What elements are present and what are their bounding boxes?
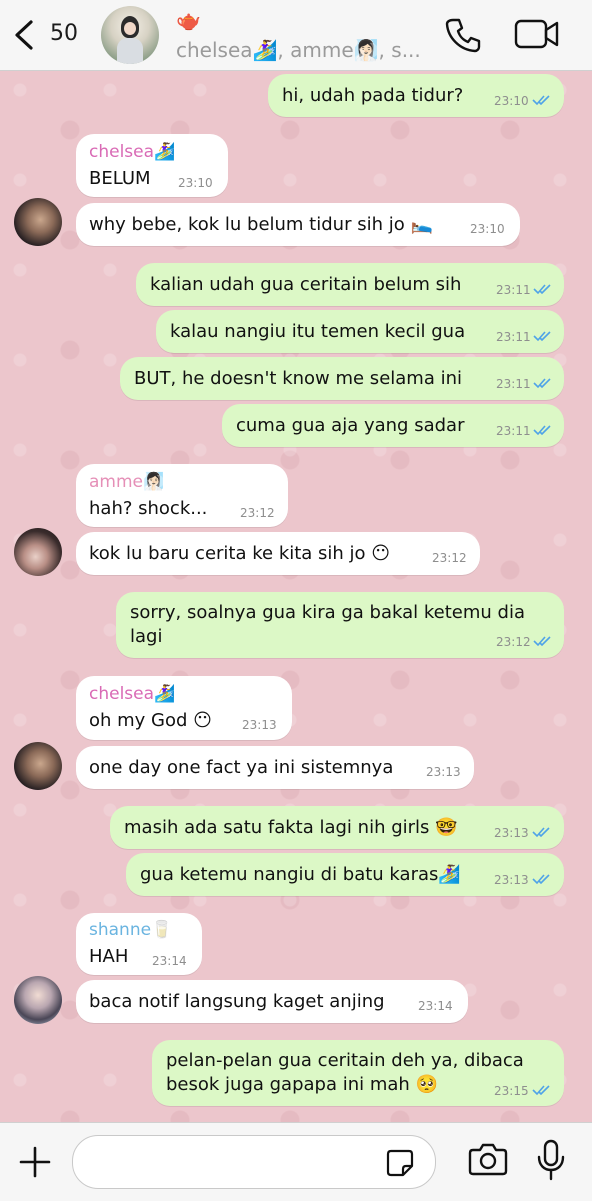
message-text: baca notif langsung kaget anjing [89,991,385,1012]
message-time: 23:11 [496,283,531,297]
microphone-icon[interactable] [536,1139,566,1181]
message-bubble[interactable]: one day one fact ya ini sistemnya 23:13 [76,746,474,789]
sender-name: shanne🥛 [89,920,173,940]
message-time: 23:10 [178,176,213,190]
plus-icon[interactable] [18,1145,52,1179]
message-text: one day one fact ya ini sistemnya [89,757,394,778]
message-time: 23:11 [496,330,531,344]
message-text: why bebe, kok lu belum tidur sih jo 🛌 [89,214,433,235]
double-check-icon [532,827,550,838]
sticker-icon[interactable] [385,1148,415,1178]
message-bubble[interactable]: gua ketemu nangiu di batu karas🏄‍♀️ 23:1… [126,853,564,896]
avatar[interactable] [14,976,62,1024]
message-time: 23:10 [494,94,529,108]
double-check-icon [533,284,551,295]
message-time: 23:12 [432,551,467,565]
message-bubble[interactable]: why bebe, kok lu belum tidur sih jo 🛌 23… [76,203,520,246]
double-check-icon [533,425,551,436]
chat-header: 50 🫖 chelsea🏄‍♀️, amme🧖🏻‍♀️, s... [0,0,592,71]
compose-bar [0,1122,592,1201]
message-text: sorry, soalnya gua kira ga bakal ketemu … [130,602,525,623]
message-text: kok lu baru cerita ke kita sih jo 😶 [89,543,391,564]
camera-icon[interactable] [468,1141,508,1177]
message-text: BUT, he doesn't know me selama ini [134,368,462,389]
message-text: BELUM [89,168,151,189]
message-time: 23:15 [494,1084,529,1098]
message-time: 23:13 [242,718,277,732]
message-text: gua ketemu nangiu di batu karas🏄‍♀️ [140,864,461,885]
message-bubble[interactable]: chelsea🏄‍♀️ BELUM 23:10 [76,134,228,197]
message-bubble[interactable]: kalian udah gua ceritain belum sih 23:11 [136,263,564,306]
sender-name: chelsea🏄‍♀️ [89,684,176,704]
message-text: kalian udah gua ceritain belum sih [150,274,462,295]
message-text: hi, udah pada tidur? [282,85,464,106]
sender-name: chelsea🏄‍♀️ [89,142,176,162]
group-avatar[interactable] [101,6,159,64]
message-text: oh my God 😶 [89,710,212,731]
message-bubble[interactable]: amme🧖🏻‍♀️ hah? shock... 23:12 [76,464,288,527]
message-bubble[interactable]: pelan-pelan gua ceritain deh ya, dibaca … [152,1040,564,1106]
message-bubble[interactable]: sorry, soalnya gua kira ga bakal ketemu … [116,592,564,658]
message-text-line-2: lagi [130,626,163,647]
message-text: masih ada satu fakta lagi nih girls 🤓 [124,817,458,838]
message-bubble[interactable]: chelsea🏄‍♀️ oh my God 😶 23:13 [76,676,292,740]
message-list[interactable]: hi, udah pada tidur? 23:10 chelsea🏄‍♀️ B… [0,70,592,1122]
group-members[interactable]: chelsea🏄‍♀️, amme🧖🏻‍♀️, s... [176,38,421,62]
message-time: 23:12 [496,635,531,649]
message-time: 23:13 [494,873,529,887]
sender-name: amme🧖🏻‍♀️ [89,472,165,492]
message-bubble[interactable]: hi, udah pada tidur? 23:10 [268,74,564,117]
avatar[interactable] [14,528,62,576]
message-time: 23:13 [426,765,461,779]
message-time: 23:11 [496,377,531,391]
back-button[interactable]: 50 [12,16,82,54]
message-time: 23:11 [496,424,531,438]
video-call-icon[interactable] [514,18,560,50]
avatar[interactable] [14,742,62,790]
double-check-icon [533,331,551,342]
message-bubble[interactable]: kalau nangiu itu temen kecil gua 23:11 [156,310,564,353]
message-text: hah? shock... [89,498,208,519]
message-bubble[interactable]: masih ada satu fakta lagi nih girls 🤓 23… [110,806,564,849]
message-text: kalau nangiu itu temen kecil gua [170,321,466,342]
message-bubble[interactable]: baca notif langsung kaget anjing 23:14 [76,980,468,1023]
avatar[interactable] [14,198,62,246]
message-bubble[interactable]: shanne🥛 HAH 23:14 [76,913,202,975]
phone-icon[interactable] [444,16,482,54]
message-time: 23:14 [418,999,453,1013]
message-time: 23:10 [470,222,505,236]
message-text: pelan-pelan gua ceritain deh ya, dibaca [166,1050,524,1071]
chevron-left-icon [15,20,33,50]
message-time: 23:12 [240,506,275,520]
message-time: 23:14 [152,954,187,968]
group-title[interactable]: 🫖 [176,8,201,32]
double-check-icon [532,95,550,106]
message-text-line-2: besok juga gapapa ini mah 🥺 [166,1074,438,1095]
double-check-icon [532,1085,550,1096]
message-text: cuma gua aja yang sadar [236,415,465,436]
double-check-icon [532,874,550,885]
message-bubble[interactable]: kok lu baru cerita ke kita sih jo 😶 23:1… [76,532,480,575]
double-check-icon [533,636,551,647]
message-input[interactable] [72,1135,436,1189]
double-check-icon [533,378,551,389]
message-time: 23:13 [494,826,529,840]
message-bubble[interactable]: cuma gua aja yang sadar 23:11 [222,404,564,447]
message-bubble[interactable]: BUT, he doesn't know me selama ini 23:11 [120,357,564,400]
message-text: HAH [89,946,129,967]
unread-count: 50 [50,21,78,46]
